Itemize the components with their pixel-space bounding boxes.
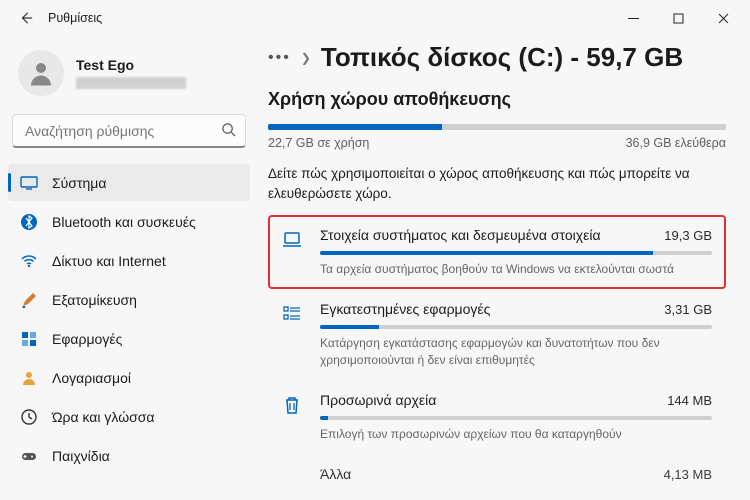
category-title: Στοιχεία συστήματος και δεσμευμένα στοιχ… — [320, 227, 601, 243]
storage-usage-fill — [268, 124, 442, 130]
sidebar-item-apps[interactable]: Εφαρμογές — [8, 320, 250, 357]
sidebar-item-label: Σύστημα — [52, 175, 106, 191]
main-content: ••• ❯ Τοπικός δίσκος (C:) - 59,7 GB Χρήσ… — [258, 36, 750, 500]
list-icon — [278, 301, 306, 367]
close-button[interactable] — [701, 3, 746, 33]
sidebar-item-label: Λογαριασμοί — [52, 370, 131, 386]
sidebar-item-accounts[interactable]: Λογαριασμοί — [8, 359, 250, 396]
category-system-reserved[interactable]: Στοιχεία συστήματος και δεσμευμένα στοιχ… — [268, 215, 726, 289]
laptop-icon — [278, 227, 306, 277]
sidebar-item-time-language[interactable]: Ώρα και γλώσσα — [8, 398, 250, 435]
sidebar-item-system[interactable]: Σύστημα — [8, 164, 250, 201]
clock-icon — [20, 408, 38, 426]
brush-icon — [20, 291, 38, 309]
category-installed-apps[interactable]: Εγκατεστημένες εφαρμογές 3,31 GB Κατάργη… — [268, 289, 726, 379]
profile-email-redacted — [76, 77, 186, 89]
trash-icon — [278, 392, 306, 442]
category-fill — [320, 325, 379, 329]
search-box — [12, 114, 246, 148]
category-temp-files[interactable]: Προσωρινά αρχεία 144 MB Επιλογή των προσ… — [268, 380, 726, 454]
avatar — [18, 50, 64, 96]
sidebar-item-network[interactable]: Δίκτυο και Internet — [8, 242, 250, 279]
bluetooth-icon — [20, 213, 38, 231]
wifi-icon — [20, 252, 38, 270]
category-size: 144 MB — [667, 393, 712, 408]
category-subtitle: Κατάργηση εγκατάστασης εφαρμογών και δυν… — [320, 335, 712, 367]
titlebar: Ρυθμίσεις — [0, 0, 750, 36]
category-subtitle: Επιλογή των προσωρινών αρχείων που θα κα… — [320, 426, 712, 442]
storage-usage-bar — [268, 124, 726, 130]
sidebar: Test Ego Σύστημα Bluetooth και συσκευές … — [0, 36, 258, 500]
question-icon — [278, 466, 306, 482]
sidebar-item-label: Εξατομίκευση — [52, 292, 137, 308]
storage-categories: Στοιχεία συστήματος και δεσμευμένα στοιχ… — [268, 215, 726, 494]
sidebar-item-personalization[interactable]: Εξατομίκευση — [8, 281, 250, 318]
sidebar-item-label: Παιχνίδια — [52, 448, 110, 464]
sidebar-item-gaming[interactable]: Παιχνίδια — [8, 437, 250, 474]
category-fill — [320, 416, 328, 420]
maximize-button[interactable] — [656, 3, 701, 33]
search-input[interactable] — [12, 114, 246, 148]
section-title: Χρήση χώρου αποθήκευσης — [268, 89, 726, 110]
category-size: 19,3 GB — [664, 228, 712, 243]
profile-block[interactable]: Test Ego — [8, 42, 250, 110]
minimize-button[interactable] — [611, 3, 656, 33]
sidebar-item-label: Δίκτυο και Internet — [52, 253, 166, 269]
category-size: 3,31 GB — [664, 302, 712, 317]
system-icon — [20, 174, 38, 192]
category-title: Προσωρινά αρχεία — [320, 392, 436, 408]
content: Test Ego Σύστημα Bluetooth και συσκευές … — [0, 36, 750, 500]
category-size: 4,13 MB — [664, 467, 712, 482]
used-label: 22,7 GB σε χρήση — [268, 136, 369, 150]
search-icon — [221, 122, 236, 140]
sidebar-item-label: Εφαρμογές — [52, 331, 122, 347]
category-title: Άλλα — [320, 466, 351, 482]
chevron-right-icon: ❯ — [301, 51, 311, 65]
person-icon — [20, 369, 38, 387]
storage-description: Δείτε πώς χρησιμοποιείται ο χώρος αποθήκ… — [268, 164, 726, 203]
breadcrumb: ••• ❯ Τοπικός δίσκος (C:) - 59,7 GB — [268, 42, 726, 73]
category-fill — [320, 251, 653, 255]
category-title: Εγκατεστημένες εφαρμογές — [320, 301, 490, 317]
sidebar-nav: Σύστημα Bluetooth και συσκευές Δίκτυο κα… — [8, 164, 250, 474]
category-other[interactable]: Άλλα 4,13 MB — [268, 454, 726, 494]
free-label: 36,9 GB ελεύθερα — [626, 136, 726, 150]
profile-name: Test Ego — [76, 57, 186, 73]
sidebar-item-label: Ώρα και γλώσσα — [52, 409, 155, 425]
apps-icon — [20, 330, 38, 348]
back-button[interactable] — [14, 11, 38, 25]
category-subtitle: Τα αρχεία συστήματος βοηθούν τα Windows … — [320, 261, 712, 277]
window-title: Ρυθμίσεις — [48, 11, 611, 25]
page-title: Τοπικός δίσκος (C:) - 59,7 GB — [321, 42, 683, 73]
sidebar-item-bluetooth[interactable]: Bluetooth και συσκευές — [8, 203, 250, 240]
breadcrumb-more-icon[interactable]: ••• — [268, 49, 291, 67]
sidebar-item-label: Bluetooth και συσκευές — [52, 214, 196, 230]
gamepad-icon — [20, 447, 38, 465]
